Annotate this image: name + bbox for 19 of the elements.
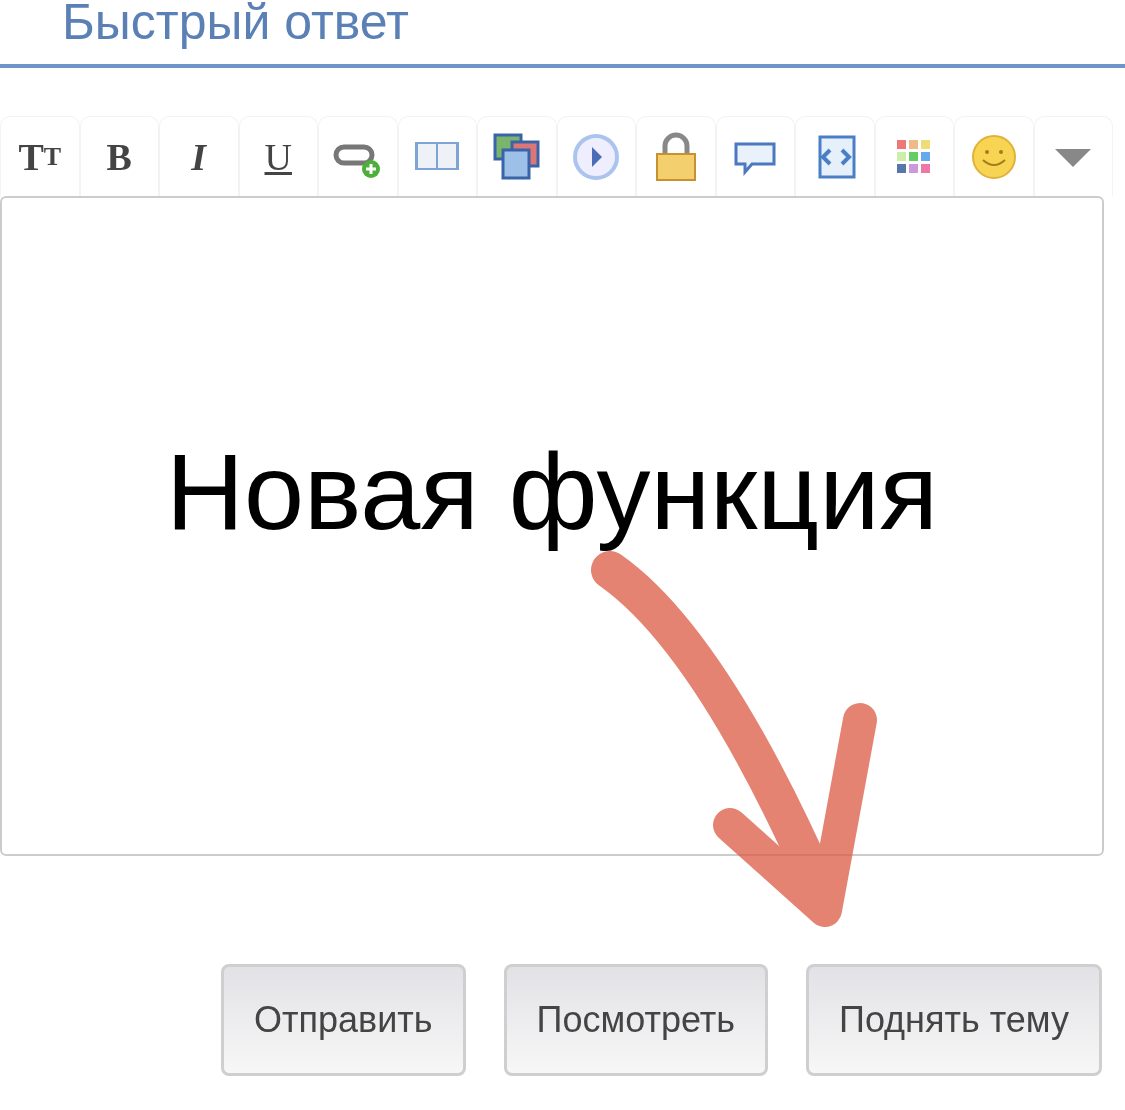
toolbar-button[interactable] [795,116,875,196]
play-icon [571,131,622,182]
font-size-button[interactable]: TT [0,116,80,196]
underline-button[interactable]: U [238,116,318,196]
form-button[interactable]: Поднять тему [806,964,1102,1076]
italic-button[interactable]: I [159,116,239,196]
images-icon [491,131,542,182]
toolbar-button[interactable] [636,116,716,196]
form-button[interactable]: Отправить [221,964,466,1076]
toolbar-button[interactable] [715,116,795,196]
message-editor[interactable]: Новая функция [0,196,1104,856]
bold-button[interactable]: B [79,116,159,196]
toolbar-button[interactable] [874,116,954,196]
form-button[interactable]: Посмотреть [503,964,768,1076]
toolbar-button[interactable] [1033,116,1113,196]
toolbar-button[interactable] [397,116,477,196]
toolbar-button[interactable] [318,116,398,196]
section-heading: Быстрый ответ [61,0,410,52]
toolbar-button[interactable] [477,116,557,196]
